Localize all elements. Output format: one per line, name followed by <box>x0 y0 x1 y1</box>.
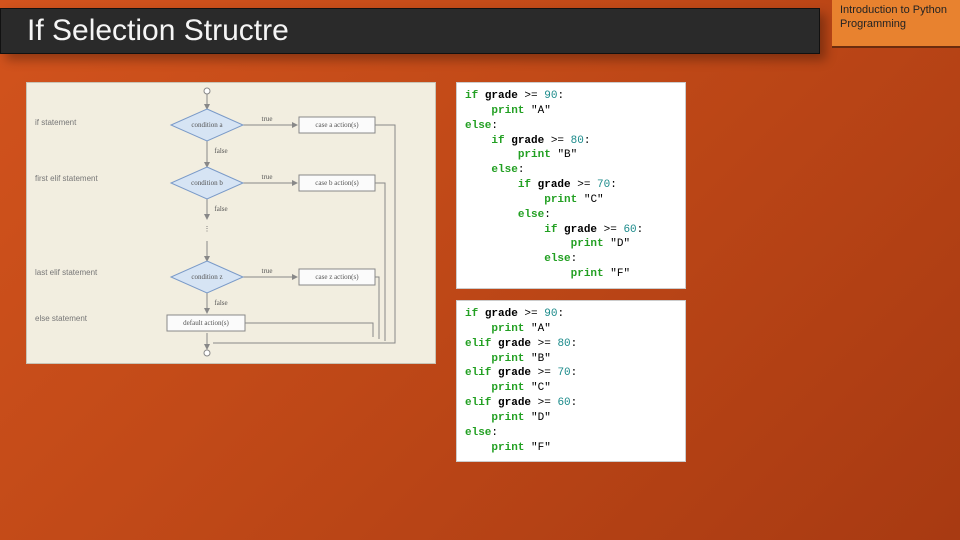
code-nested: if grade >= 90: print "A" else: if grade… <box>456 82 686 289</box>
title-bar: If Selection Structre <box>0 8 820 54</box>
svg-text:true: true <box>262 173 273 181</box>
svg-text:default action(s): default action(s) <box>183 319 229 327</box>
svg-text:true: true <box>262 267 273 275</box>
svg-text:⋮: ⋮ <box>204 225 211 233</box>
svg-text:condition z: condition z <box>191 273 222 281</box>
flowchart-svg: condition a condition b condition z case… <box>27 83 435 363</box>
svg-text:false: false <box>214 147 227 155</box>
course-label: Introduction to Python Programming <box>832 0 960 48</box>
label-else: else statement <box>35 315 87 324</box>
slide-title: If Selection Structre <box>27 14 289 48</box>
svg-text:case a action(s): case a action(s) <box>315 121 359 129</box>
svg-text:case b action(s): case b action(s) <box>315 179 359 187</box>
label-first-elif: first elif statement <box>35 175 98 184</box>
svg-text:true: true <box>262 115 273 123</box>
label-if: if statement <box>35 119 76 128</box>
svg-text:condition b: condition b <box>191 179 223 187</box>
code-elif: if grade >= 90: print "A" elif grade >= … <box>456 300 686 462</box>
flowchart: condition a condition b condition z case… <box>26 82 436 364</box>
svg-text:false: false <box>214 205 227 213</box>
svg-text:false: false <box>214 299 227 307</box>
label-last-elif: last elif statement <box>35 269 97 278</box>
svg-text:condition a: condition a <box>191 121 223 129</box>
svg-text:case z action(s): case z action(s) <box>315 273 359 281</box>
